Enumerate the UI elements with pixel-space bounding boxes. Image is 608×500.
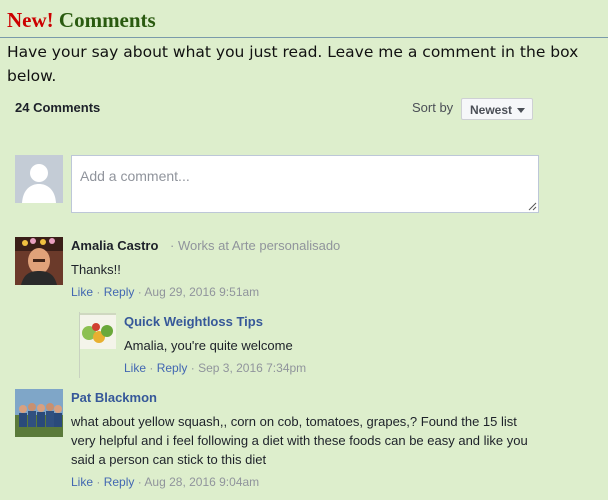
- sort-label: Sort by: [412, 100, 454, 115]
- separator-dot: ·: [190, 361, 195, 375]
- reply-link[interactable]: Reply: [157, 361, 188, 375]
- avatar[interactable]: [15, 237, 63, 285]
- like-link[interactable]: Like: [71, 285, 93, 299]
- comment-actions: Like · Reply · Aug 28, 2016 9:04am: [71, 475, 259, 489]
- comment-author[interactable]: Pat Blackmon: [71, 390, 157, 405]
- separator-dot: ·: [96, 475, 101, 489]
- separator-dot: ·: [96, 285, 101, 299]
- intro-text: Have your say about what you just read. …: [7, 43, 579, 85]
- comment-author[interactable]: Amalia Castro: [71, 238, 158, 253]
- avatar[interactable]: [15, 389, 63, 437]
- section-title-text: Comments: [58, 8, 156, 32]
- comment-count: 24 Comments: [15, 100, 101, 115]
- sort-dropdown[interactable]: Newest: [461, 98, 533, 120]
- comment-text: what about yellow squash,, corn on cob, …: [71, 414, 528, 467]
- user-avatar-placeholder: [15, 155, 63, 203]
- person-silhouette-icon: [15, 155, 63, 203]
- avatar[interactable]: [80, 313, 116, 349]
- author-affiliation: · Works at Arte personalisado: [170, 238, 341, 253]
- like-link[interactable]: Like: [71, 475, 93, 489]
- comment-actions: Like · Reply · Aug 29, 2016 9:51am: [71, 285, 259, 299]
- avatar-photo: [80, 313, 116, 349]
- reply-actions: Like · Reply · Sep 3, 2016 7:34pm: [124, 361, 306, 375]
- comment-text: Thanks!!: [71, 262, 121, 277]
- reply-link[interactable]: Reply: [104, 475, 135, 489]
- like-link[interactable]: Like: [124, 361, 146, 375]
- new-badge: New!: [7, 8, 54, 32]
- title-divider: [0, 37, 608, 38]
- section-title: New! Comments: [7, 7, 156, 33]
- comment-timestamp[interactable]: Aug 29, 2016 9:51am: [144, 285, 259, 299]
- chevron-down-icon: [517, 108, 525, 113]
- separator-dot: ·: [149, 361, 154, 375]
- resize-grip-icon[interactable]: [528, 202, 537, 211]
- comment-timestamp[interactable]: Aug 28, 2016 9:04am: [144, 475, 259, 489]
- avatar-photo: [15, 389, 63, 437]
- comment-input[interactable]: [71, 155, 539, 213]
- reply-link[interactable]: Reply: [104, 285, 135, 299]
- avatar-photo: [15, 237, 63, 285]
- reply-author[interactable]: Quick Weightloss Tips: [124, 314, 263, 329]
- reply-timestamp[interactable]: Sep 3, 2016 7:34pm: [198, 361, 306, 375]
- reply-text: Amalia, you're quite welcome: [124, 338, 293, 353]
- separator-dot: ·: [137, 475, 142, 489]
- separator-dot: ·: [137, 285, 142, 299]
- sort-value: Newest: [470, 103, 513, 117]
